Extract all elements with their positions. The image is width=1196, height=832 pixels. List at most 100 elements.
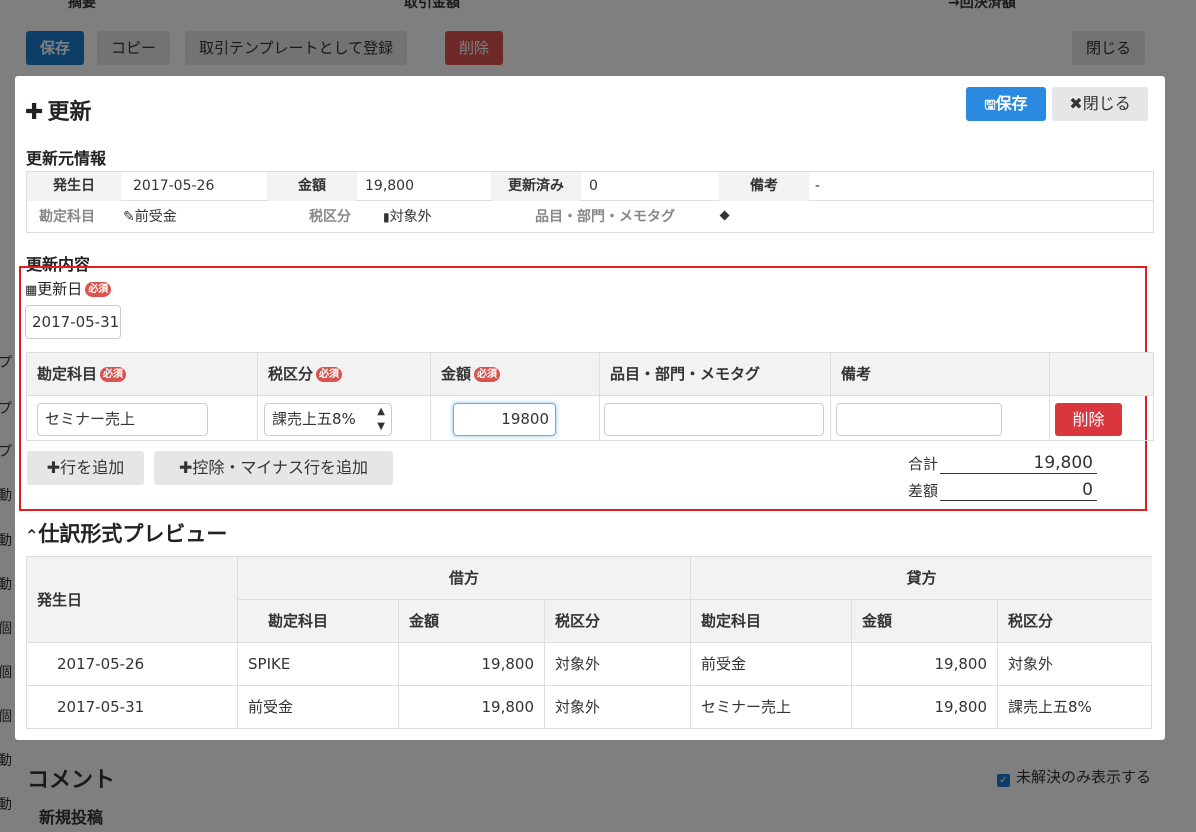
source-tax-value: ▮対象外	[383, 201, 432, 233]
calendar-icon: ▦	[25, 283, 38, 298]
required-badge: 必須	[474, 367, 501, 382]
preview-cell-date: 2017-05-26	[27, 643, 238, 686]
preview-cell-credit-amount: 19,800	[852, 643, 998, 686]
entry-cell-tags	[600, 396, 831, 441]
preview-subheader-debit-account: 勘定科目	[238, 600, 399, 643]
preview-table: 発生日 借方 貸方 勘定科目 金額 税区分 勘定科目 金額 税区分 2017-0…	[26, 556, 1152, 729]
modal-title-text: 更新	[47, 100, 92, 125]
preview-cell-date: 2017-05-31	[27, 686, 238, 729]
diff-row: 差額 0	[908, 480, 1098, 502]
preview-header-date: 発生日	[27, 557, 238, 643]
diff-value: 0	[940, 480, 1097, 501]
note-input[interactable]	[836, 403, 1002, 436]
preview-cell-debit-tax: 対象外	[545, 686, 691, 729]
entry-header-amount-text: 金額	[441, 365, 472, 383]
close-button-label: 閉じる	[1082, 94, 1131, 113]
add-minus-row-label: 控除・マイナス行を追加	[192, 458, 369, 477]
preview-subheader-credit-amount: 金額	[852, 600, 998, 643]
save-button[interactable]: 🖫保存	[966, 87, 1046, 121]
entry-table: 勘定科目 必須 税区分 必須 金額 必須 品目・部門・メモタグ 備考 セミナー売上 課…	[26, 352, 1154, 441]
total-row: 合計 19,800	[908, 453, 1098, 475]
preview-subheader-debit-amount: 金額	[399, 600, 545, 643]
update-date-input[interactable]: 2017-05-31	[25, 305, 121, 339]
bookmark-icon: ▮	[383, 210, 390, 224]
preview-cell-debit-account: SPIKE	[238, 643, 399, 686]
entry-header-account: 勘定科目 必須	[27, 353, 258, 395]
entry-header-amount: 金額 必須	[431, 353, 600, 395]
source-date-value: 2017-05-26	[133, 178, 215, 194]
source-amount-label: 金額	[267, 172, 357, 201]
amount-input[interactable]: 19800	[453, 403, 556, 436]
preview-header-debit: 借方	[238, 557, 691, 600]
delete-row-button[interactable]: 削除	[1055, 403, 1122, 436]
source-updated-label: 更新済み	[491, 172, 581, 201]
entry-cell-amount: 19800	[431, 396, 600, 441]
total-label: 合計	[908, 455, 939, 473]
preview-cell-debit-amount: 19,800	[399, 643, 545, 686]
add-row-label: 行を追加	[60, 458, 125, 477]
entry-cell-account: セミナー売上	[27, 396, 258, 441]
plus-icon: ✚	[25, 100, 44, 125]
required-badge: 必須	[85, 282, 112, 297]
preview-cell-credit-tax: 課売上五8%	[1008, 698, 1092, 716]
close-button[interactable]: ✖閉じる	[1052, 87, 1148, 121]
required-badge: 必須	[100, 367, 127, 382]
entry-cell-note	[831, 396, 1050, 441]
preview-cell-debit-amount: 19,800	[399, 686, 545, 729]
source-updated-value: 0	[589, 178, 598, 194]
preview-title-text: 仕訳形式プレビュー	[38, 522, 228, 546]
entry-row: セミナー売上 課売上五8% ▲ ▼ 19800 削除	[27, 396, 1153, 441]
source-tax-label: 税区分	[309, 209, 351, 225]
preview-cell-credit-account: セミナー売上	[691, 686, 852, 729]
plus-icon: ✚	[178, 458, 193, 477]
save-button-label: 保存	[995, 94, 1028, 113]
chevron-up-icon[interactable]: ⌃	[25, 526, 38, 545]
total-value: 19,800	[940, 453, 1097, 474]
entry-header-tax-text: 税区分	[268, 365, 314, 383]
entry-cell-tax: 課売上五8% ▲ ▼	[258, 396, 431, 441]
entry-header-tags: 品目・部門・メモタグ	[600, 353, 831, 395]
close-icon: ✖	[1069, 94, 1083, 113]
update-date-label: ▦更新日 必須	[25, 278, 112, 299]
source-date-label: 発生日	[27, 172, 121, 201]
select-arrows-icon: ▲ ▼	[377, 406, 385, 432]
tax-select[interactable]: 課売上五8% ▲ ▼	[264, 403, 392, 436]
source-note-label: 備考	[719, 172, 809, 201]
save-icon: 🖫	[984, 98, 996, 113]
preview-cell-credit-account: 前受金	[691, 643, 852, 686]
source-section-title: 更新元情報	[26, 149, 107, 168]
preview-subheader-credit-account: 勘定科目	[691, 600, 852, 643]
account-input[interactable]: セミナー売上	[37, 403, 208, 436]
source-info-row-1: 発生日 2017-05-26 金額 19,800 更新済み 0 備考 -	[27, 172, 1153, 201]
source-amount-value: 19,800	[365, 178, 414, 194]
tags-icon: ⯁	[719, 209, 731, 225]
tags-input[interactable]	[604, 403, 824, 436]
entry-header-note: 備考	[831, 353, 1050, 395]
diff-label: 差額	[908, 482, 939, 500]
source-tax-text: 対象外	[389, 209, 432, 225]
preview-subheader-debit-tax: 税区分	[545, 600, 691, 643]
book-icon: ✎	[123, 209, 135, 225]
tax-select-value: 課売上五8%	[272, 410, 356, 428]
update-modal: ✚ 更新 🖫保存 ✖閉じる 更新元情報 発生日 2017-05-26 金額 19,…	[15, 76, 1165, 740]
update-date-text: 更新日	[37, 280, 83, 298]
add-row-button[interactable]: ✚行を追加	[27, 451, 144, 485]
preview-cell-credit-amount: 19,800	[852, 686, 998, 729]
source-note-value: -	[815, 178, 821, 194]
entry-header-tax: 税区分 必須	[258, 353, 431, 395]
preview-subheader-credit-tax: 税区分	[998, 600, 1152, 643]
preview-header-credit: 貸方	[691, 557, 1152, 600]
preview-cell-debit-tax: 対象外	[545, 643, 691, 686]
source-info-table: 発生日 2017-05-26 金額 19,800 更新済み 0 備考 - 勘定科…	[26, 171, 1154, 233]
source-info-row-2: 勘定科目 ✎前受金 税区分 ▮対象外 品目・部門・メモタグ ⯁	[27, 201, 1153, 233]
modal-title: ✚ 更新	[25, 94, 91, 126]
add-minus-row-button[interactable]: ✚控除・マイナス行を追加	[154, 451, 393, 485]
plus-icon: ✚	[46, 458, 61, 477]
preview-title[interactable]: ⌃仕訳形式プレビュー	[25, 518, 227, 548]
entry-header-account-text: 勘定科目	[37, 365, 98, 383]
preview-cell-debit-account: 前受金	[238, 686, 399, 729]
preview-cell-credit-tax: 対象外	[998, 643, 1152, 686]
source-tags-label: 品目・部門・メモタグ	[535, 209, 675, 225]
source-account-label: 勘定科目	[39, 209, 95, 225]
source-account-value: ✎前受金	[123, 201, 177, 233]
